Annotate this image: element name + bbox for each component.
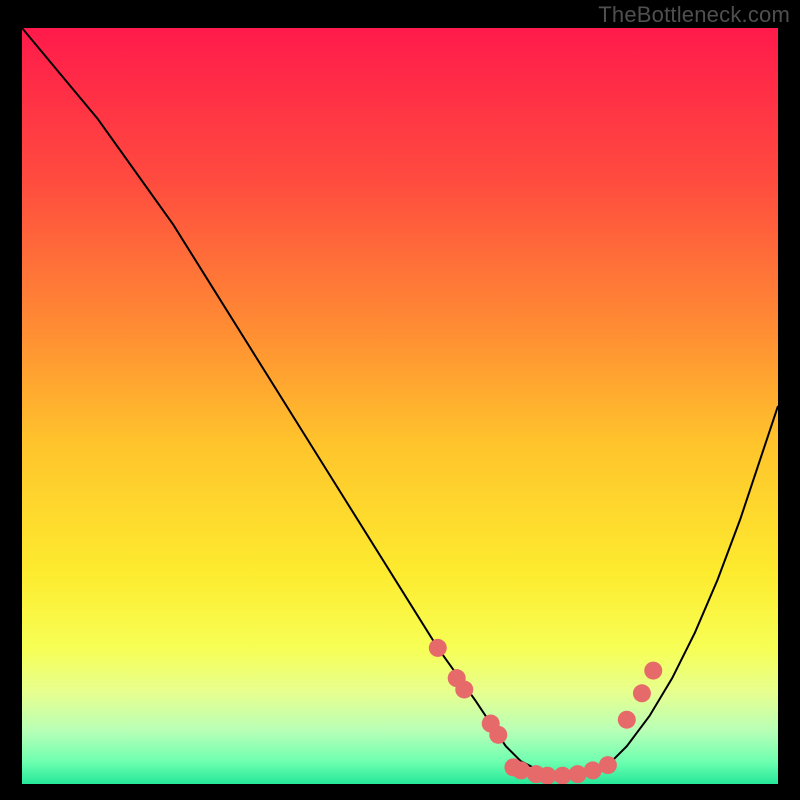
highlight-dot xyxy=(429,639,447,657)
highlight-dot xyxy=(644,662,662,680)
plot-area xyxy=(22,28,778,784)
highlight-dot xyxy=(599,756,617,774)
curve-layer xyxy=(22,28,778,784)
highlight-dot xyxy=(569,765,587,783)
bottleneck-curve xyxy=(22,28,778,776)
highlight-dot xyxy=(618,711,636,729)
highlight-dots xyxy=(429,639,662,784)
highlight-dot xyxy=(489,726,507,744)
highlight-dot xyxy=(512,761,530,779)
chart-frame: TheBottleneck.com xyxy=(0,0,800,800)
watermark-text: TheBottleneck.com xyxy=(598,2,790,28)
highlight-dot xyxy=(455,681,473,699)
highlight-dot xyxy=(633,684,651,702)
